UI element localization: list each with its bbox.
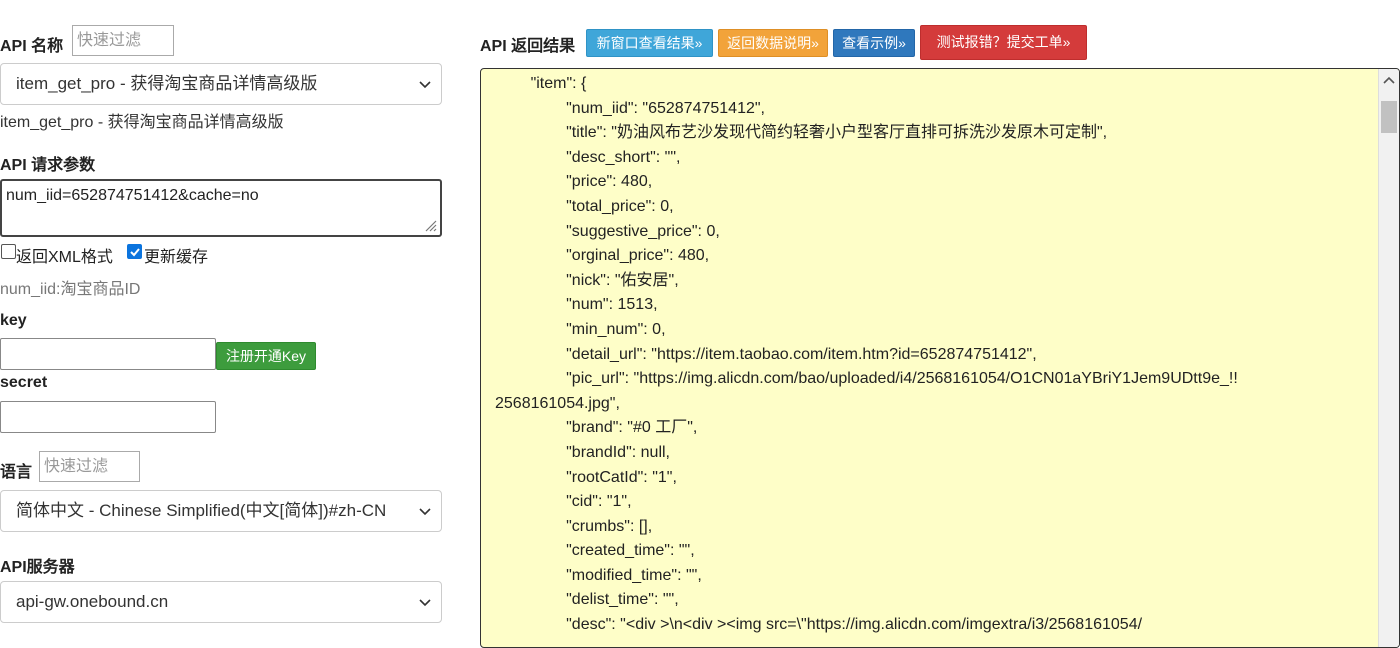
result-line: "title": "奶油风布艺沙发现代简约轻奢小户型客厅直排可拆洗沙发原木可定制… [495, 124, 1108, 142]
result-line: "brandId": null, [495, 443, 670, 461]
scroll-up-arrow-icon[interactable] [1383, 75, 1395, 85]
xml-format-checkbox[interactable] [1, 244, 16, 259]
result-line: 2568161054.jpg", [495, 394, 620, 412]
result-content: "item": { "num_iid": "652874751412", "ti… [481, 69, 1399, 638]
result-line: "crumbs": [], [495, 517, 653, 535]
result-line: "num": 1513, [495, 296, 658, 314]
language-select-value: 简体中文 - Chinese Simplified(中文[简体])#zh-CN [16, 501, 387, 520]
result-line: "desc_short": "", [495, 148, 681, 166]
result-scrollbar[interactable] [1378, 69, 1399, 647]
params-label: API 请求参数 [0, 157, 96, 174]
result-line: "orginal_price": 480, [495, 247, 710, 265]
result-line: "price": 480, [495, 173, 653, 191]
param-hint: num_iid:淘宝商品ID [0, 281, 141, 298]
language-filter-input[interactable]: 快速过滤 [39, 451, 140, 482]
result-line: "item": { [495, 75, 587, 92]
update-cache-checkbox[interactable] [127, 244, 142, 259]
result-line: "desc": "<div >\n<div ><img src=\"https:… [495, 616, 1143, 634]
server-label: API服务器 [0, 559, 75, 576]
key-label: key [0, 312, 27, 329]
language-label: 语言 [0, 464, 33, 481]
chevron-down-icon [419, 508, 431, 516]
result-label: API 返回结果 [480, 38, 576, 55]
secret-label: secret [0, 374, 48, 391]
data-description-button[interactable]: 返回数据说明» [718, 29, 828, 57]
result-line: "brand": "#0 工厂", [495, 419, 698, 437]
result-line: "rootCatId": "1", [495, 468, 677, 486]
api-name-label: API 名称 [0, 38, 64, 55]
result-line: "num_iid": "652874751412", [495, 99, 765, 117]
report-error-button[interactable]: 测试报错？提交工单» [920, 25, 1087, 60]
params-textarea[interactable]: num_iid=652874751412&cache=no [0, 179, 442, 237]
server-select-value: api-gw.onebound.cn [16, 592, 169, 611]
secret-input[interactable] [0, 401, 216, 433]
api-select[interactable]: item_get_pro - 获得淘宝商品详情高级版 [0, 63, 442, 105]
chevron-down-icon [419, 599, 431, 607]
request-panel: API 名称 快速过滤 item_get_pro - 获得淘宝商品详情高级版 i… [0, 0, 450, 635]
result-line: "pic_url": "https://img.alicdn.com/bao/u… [495, 370, 1238, 388]
result-textarea[interactable]: "item": { "num_iid": "652874751412", "ti… [480, 68, 1400, 648]
chevron-down-icon [419, 81, 431, 89]
result-line: "total_price": 0, [495, 197, 674, 215]
api-name-filter-input[interactable]: 快速过滤 [72, 25, 174, 56]
view-example-button[interactable]: 查看示例» [833, 29, 915, 57]
language-select[interactable]: 简体中文 - Chinese Simplified(中文[简体])#zh-CN [0, 490, 442, 532]
result-line: "delist_time": "", [495, 591, 679, 609]
response-panel: API 返回结果 新窗口查看结果» 返回数据说明» 查看示例» 测试报错？提交工… [480, 0, 1400, 648]
open-new-window-button[interactable]: 新窗口查看结果» [586, 29, 713, 57]
result-line: "detail_url": "https://item.taobao.com/i… [495, 345, 1037, 363]
result-line: "min_num": 0, [495, 320, 666, 338]
params-value: num_iid=652874751412&cache=no [6, 187, 259, 204]
api-select-value: item_get_pro - 获得淘宝商品详情高级版 [16, 74, 318, 93]
result-line: "suggestive_price": 0, [495, 222, 720, 240]
result-line: "modified_time": "", [495, 566, 702, 584]
resize-grip-icon[interactable] [423, 218, 437, 232]
update-cache-label: 更新缓存 [144, 249, 209, 266]
result-line: "nick": "佑安居", [495, 271, 679, 289]
key-input[interactable] [0, 338, 216, 370]
register-key-button[interactable]: 注册开通Key [216, 342, 316, 370]
scrollbar-thumb[interactable] [1381, 101, 1397, 133]
server-select[interactable]: api-gw.onebound.cn [0, 581, 442, 623]
check-icon [130, 248, 140, 257]
result-line: "created_time": "", [495, 542, 695, 560]
xml-format-label: 返回XML格式 [16, 249, 113, 266]
api-description: item_get_pro - 获得淘宝商品详情高级版 [0, 114, 284, 131]
result-line: "cid": "1", [495, 493, 632, 511]
